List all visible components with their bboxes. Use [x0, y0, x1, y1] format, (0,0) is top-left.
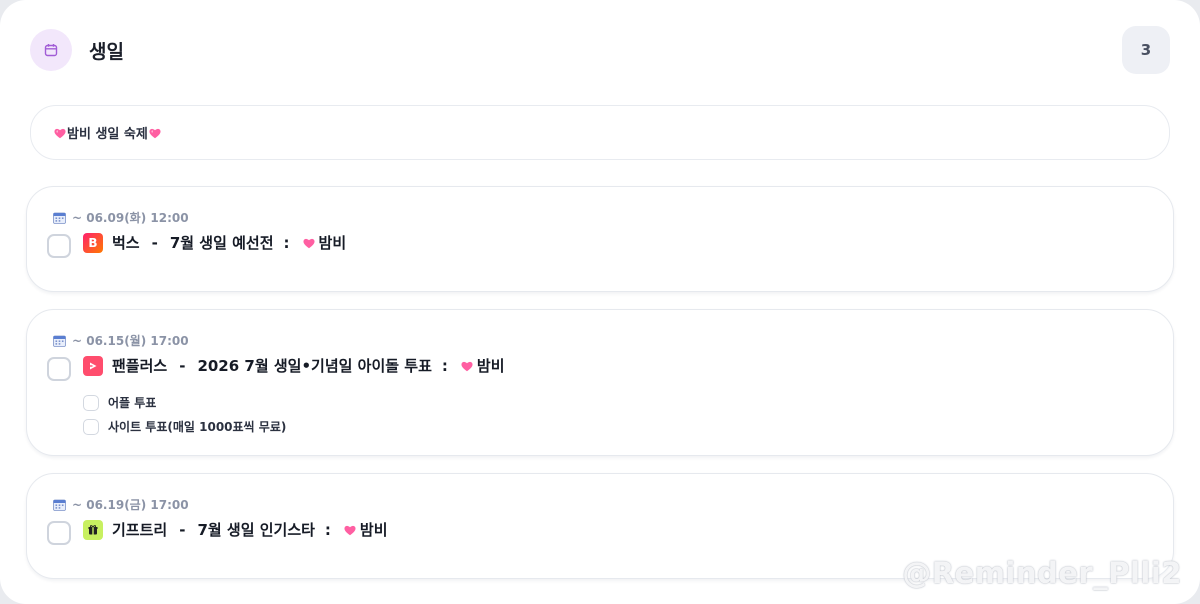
memo-banner[interactable]: 밤비 생일 숙제 [30, 105, 1170, 160]
calendar-icon [53, 335, 66, 347]
task-title: 팬플러스 - 2026 7월 생일•기념일 아이돌 투표 : 밤비 [83, 355, 505, 376]
task-title: 기프트리 - 7월 생일 인기스타 : 밤비 [83, 519, 388, 540]
calendar-icon [53, 499, 66, 511]
task-count-badge[interactable]: 3 [1122, 26, 1170, 74]
app-name: 기프트리 [112, 521, 168, 539]
separator: - [179, 520, 186, 539]
due-date: ~ 06.19(금) 17:00 [53, 496, 189, 513]
target-name: 밤비 [476, 357, 505, 375]
due-date: ~ 06.09(화) 12:00 [53, 209, 189, 226]
task-name: 7월 생일 예선전 [169, 234, 274, 252]
calendar-icon [30, 29, 72, 71]
task-title: B 벅스 - 7월 생일 예선전 : 밤비 [83, 232, 346, 253]
watermark: @Reminder_Plli2 [902, 556, 1182, 590]
separator: - [179, 356, 186, 375]
task-card[interactable]: ~ 06.15(월) 17:00 팬플러스 - 2026 7월 생일•기념일 아… [26, 309, 1174, 456]
task-checkbox[interactable] [47, 357, 71, 381]
subtask-checkbox[interactable] [83, 394, 99, 411]
giftree-app-icon [83, 519, 103, 540]
category-header: 생일 3 [30, 26, 1170, 74]
due-date-text: ~ 06.15(월) 17:00 [72, 334, 189, 348]
banner-text: 밤비 생일 숙제 [67, 127, 148, 142]
heart-icon [54, 128, 66, 138]
app-name: 벅스 [112, 234, 140, 252]
category-title: 생일 [89, 40, 124, 63]
due-date-text: ~ 06.19(금) 17:00 [72, 498, 189, 512]
task-card[interactable]: ~ 06.09(화) 12:00 B 벅스 - 7월 생일 예선전 : 밤비 [26, 186, 1174, 292]
subtask-item[interactable]: 어플 투표 [83, 394, 156, 411]
calendar-icon [53, 212, 66, 224]
heart-icon [344, 525, 356, 535]
separator: : [283, 233, 290, 252]
todo-panel: 생일 3 밤비 생일 숙제 ~ 06.09(화) 12:00 B 벅스 - 7월… [0, 0, 1200, 604]
heart-icon [149, 128, 161, 138]
task-checkbox[interactable] [47, 521, 71, 545]
separator: : [441, 356, 448, 375]
target-name: 밤비 [318, 234, 347, 252]
task-name: 2026 7월 생일•기념일 아이돌 투표 [197, 357, 432, 375]
due-date: ~ 06.15(월) 17:00 [53, 332, 189, 349]
app-name: 팬플러스 [112, 357, 168, 375]
separator: - [151, 233, 158, 252]
heart-icon [461, 361, 473, 371]
subtask-checkbox[interactable] [83, 418, 99, 435]
separator: : [324, 520, 331, 539]
target-name: 밤비 [359, 521, 388, 539]
bugs-app-icon: B [83, 232, 103, 253]
task-name: 7월 생일 인기스타 [197, 521, 315, 539]
subtask-item[interactable]: 사이트 투표(매일 1000표씩 무료) [83, 418, 286, 435]
due-date-text: ~ 06.09(화) 12:00 [72, 211, 189, 225]
task-checkbox[interactable] [47, 234, 71, 258]
subtask-label: 어플 투표 [108, 396, 157, 410]
fanplus-app-icon [83, 355, 103, 376]
heart-icon [302, 238, 315, 248]
subtask-label: 사이트 투표(매일 1000표씩 무료) [108, 420, 287, 434]
